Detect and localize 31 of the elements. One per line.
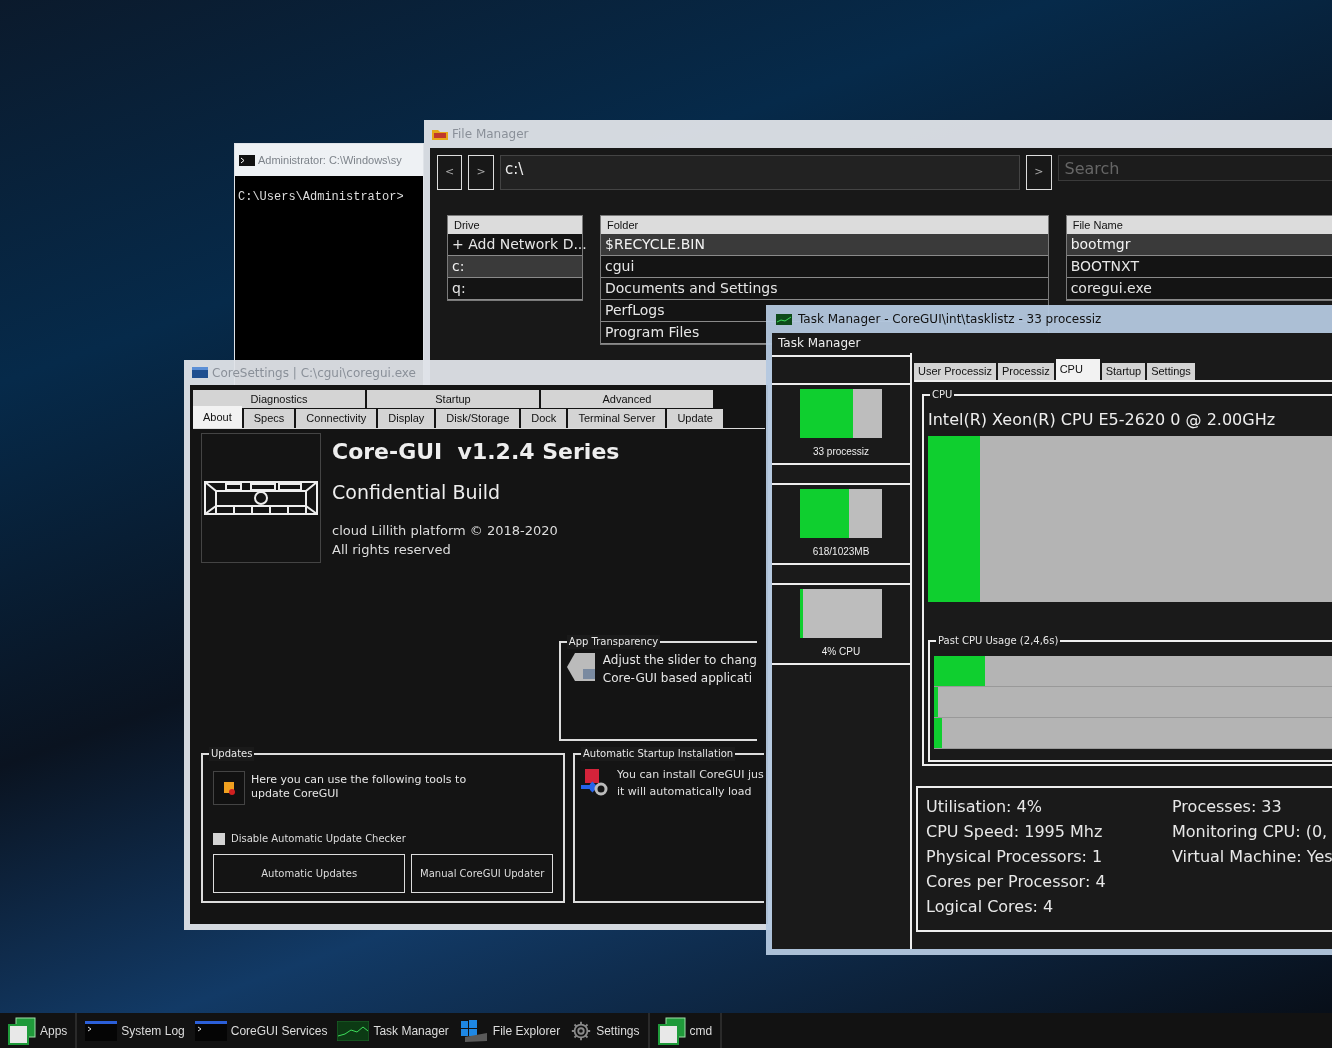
console-output: C:\Users\Administrator> — [237, 189, 405, 206]
window-title: File Manager — [452, 126, 529, 143]
build-label: Confidential Build — [332, 480, 502, 505]
stat-text: Processes: 33 — [1172, 796, 1283, 818]
product-heading: Core-GUI v1.2.4 Series — [332, 438, 620, 466]
group-legend: App Transparency — [566, 635, 661, 649]
group-legend: Past CPU Usage (2,4,6s) — [936, 634, 1061, 648]
copyright-text: cloud Lillith platform © 2018-2020 — [332, 521, 559, 540]
stat-text: Cores per Processor: 4 — [926, 871, 1107, 893]
group-legend: Automatic Startup Installation — [581, 747, 736, 761]
updates-description: Here you can use the following tools to update CoreGUI — [251, 772, 468, 801]
tile-label: 4% CPU — [821, 645, 861, 659]
stat-text: Physical Processors: 1 — [926, 846, 1104, 868]
description-text: Core-GUI based applicati — [602, 670, 754, 687]
tile-label: 618/1023MB — [812, 545, 870, 559]
group-legend: Updates — [209, 747, 255, 761]
cpu-model: Intel(R) Xeon(R) CPU E5-2620 0 @ 2.00GHz — [928, 409, 1277, 431]
tile-label: 33 processiz — [812, 445, 870, 459]
stat-text: CPU Speed: 1995 Mhz — [926, 821, 1104, 843]
window-title: CoreSettings | C:\cgui\coregui.exe — [212, 364, 416, 382]
checkbox-label: Disable Automatic Update Checker — [231, 832, 406, 846]
stat-text: Virtual Machine: Yes — [1172, 846, 1332, 868]
stat-text: Monitoring CPU: (0, — [1172, 821, 1329, 843]
description-text: You can install CoreGUI jus — [617, 767, 764, 783]
description-text: it will automatically load — [617, 783, 753, 800]
stat-text: Logical Cores: 4 — [926, 896, 1055, 918]
stat-text: Utilisation: 4% — [926, 796, 1043, 818]
window-title: Task Manager - CoreGUI\int\tasklistz - 33 processiz — [798, 311, 1102, 328]
description-text: Adjust the slider to chang — [602, 652, 757, 669]
rights-text: All rights reserved — [332, 541, 452, 559]
window-title: Administrator: C:\Windows\sy — [258, 152, 402, 168]
